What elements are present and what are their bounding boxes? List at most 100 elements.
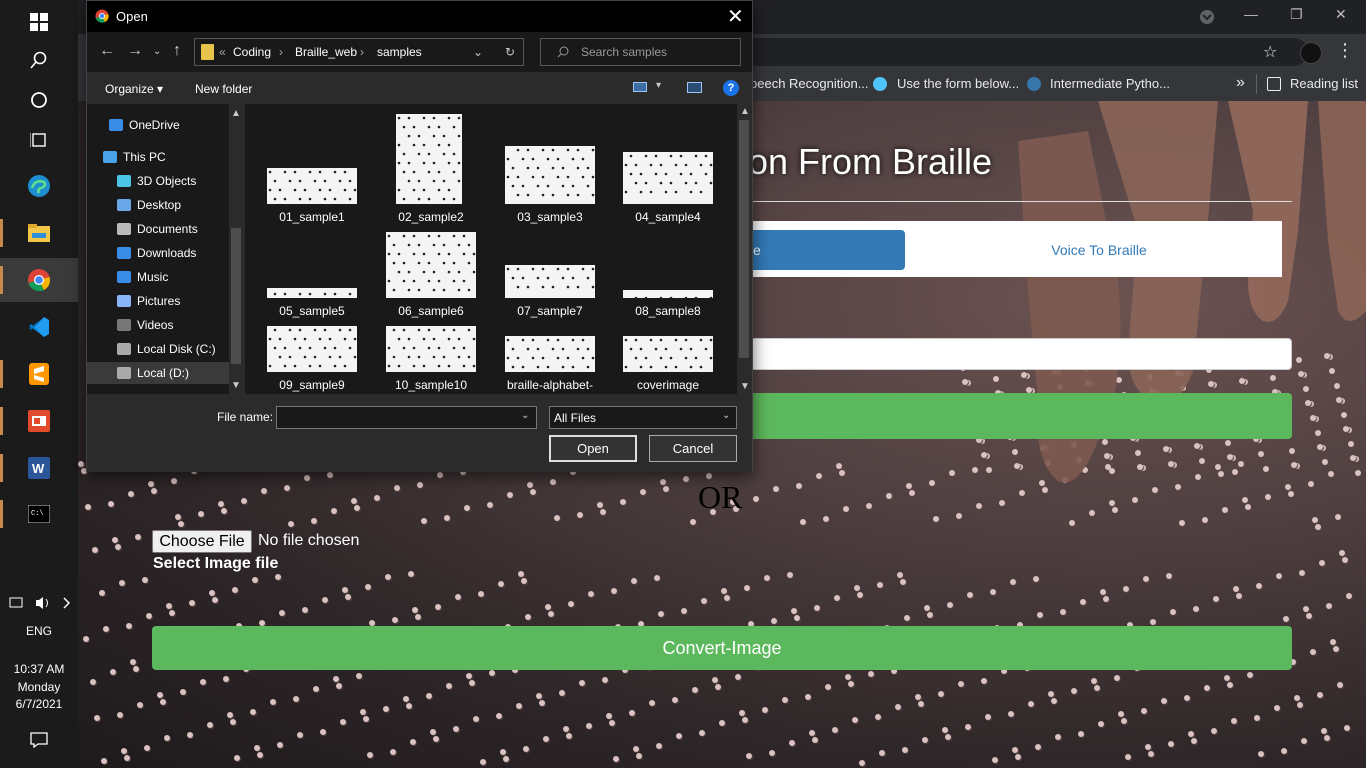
file-thumbnail[interactable] bbox=[623, 290, 713, 298]
terminal-icon[interactable]: C:\ bbox=[0, 492, 78, 536]
nav-item-desktop[interactable]: Desktop bbox=[87, 194, 229, 216]
nav-item-onedrive[interactable]: OneDrive bbox=[87, 114, 229, 136]
new-folder-button[interactable]: New folder bbox=[195, 82, 252, 96]
filter-dropdown-icon[interactable]: ⌄ bbox=[722, 410, 730, 421]
address-dropdown-icon[interactable]: ⌄ bbox=[473, 45, 483, 59]
preview-pane-icon[interactable] bbox=[687, 82, 702, 93]
dialog-close-icon[interactable]: ✕ bbox=[727, 4, 744, 29]
file-scroll-thumb[interactable] bbox=[739, 120, 749, 358]
search-input[interactable]: Search samples bbox=[540, 38, 741, 66]
view-options-icon[interactable] bbox=[633, 82, 647, 92]
menu-icon[interactable]: ⋮ bbox=[1336, 40, 1354, 61]
up-icon[interactable]: ↑ bbox=[173, 42, 181, 60]
notification-icon[interactable] bbox=[0, 718, 78, 762]
cancel-button[interactable]: Cancel bbox=[649, 435, 737, 462]
clock-date[interactable]: 6/7/2021 bbox=[0, 697, 78, 711]
scroll-up-icon[interactable]: ▲ bbox=[231, 108, 241, 119]
file-name-label[interactable]: 05_sample5 bbox=[257, 304, 367, 318]
organize-button[interactable]: Organize ▾ bbox=[105, 82, 163, 96]
file-thumbnail[interactable] bbox=[623, 152, 713, 204]
help-icon[interactable]: ? bbox=[723, 80, 739, 96]
clock-time[interactable]: 10:37 AM bbox=[0, 662, 78, 676]
scroll-up-icon[interactable]: ▲ bbox=[740, 106, 750, 117]
tab-search-icon[interactable] bbox=[1199, 9, 1215, 28]
view-dropdown-icon[interactable]: ▾ bbox=[656, 80, 661, 91]
file-name-label[interactable]: 10_sample10 bbox=[376, 378, 486, 392]
bookmark-item-python[interactable]: Intermediate Pytho... bbox=[1050, 76, 1170, 91]
reading-list-button[interactable]: Reading list bbox=[1290, 76, 1358, 91]
breadcrumb-braille-web[interactable]: Braille_web bbox=[295, 45, 357, 59]
file-name-label[interactable]: 08_sample8 bbox=[613, 304, 723, 318]
nav-item-pictures[interactable]: Pictures bbox=[87, 290, 229, 312]
nav-item-music[interactable]: Music bbox=[87, 266, 229, 288]
file-thumbnail[interactable] bbox=[386, 326, 476, 372]
breadcrumb-prefix[interactable]: « bbox=[219, 45, 226, 59]
breadcrumb-samples[interactable]: samples bbox=[377, 45, 422, 59]
file-thumbnail[interactable] bbox=[267, 168, 357, 204]
nav-item-downloads[interactable]: Downloads bbox=[87, 242, 229, 264]
sublime-text-icon[interactable] bbox=[0, 352, 78, 396]
forward-icon[interactable]: → bbox=[127, 42, 143, 60]
file-thumbnail[interactable] bbox=[396, 114, 462, 204]
file-thumbnail[interactable] bbox=[505, 146, 595, 204]
nav-item-3d-objects[interactable]: 3D Objects bbox=[87, 170, 229, 192]
vscode-icon[interactable] bbox=[0, 305, 78, 349]
tab-braille-to-voice[interactable]: ce bbox=[746, 230, 905, 270]
file-thumbnail[interactable] bbox=[623, 336, 713, 372]
language-indicator[interactable]: ENG bbox=[0, 624, 78, 638]
chrome-icon[interactable] bbox=[0, 258, 78, 302]
choose-file-button[interactable]: Choose File bbox=[152, 530, 252, 553]
profile-avatar[interactable] bbox=[1300, 42, 1322, 64]
file-name-label[interactable]: braille-alphabet- bbox=[495, 378, 605, 392]
file-thumbnail[interactable] bbox=[505, 265, 595, 298]
powerpoint-icon[interactable] bbox=[0, 399, 78, 443]
file-thumbnail[interactable] bbox=[267, 288, 357, 298]
nav-item-local-d[interactable]: Local (D:) bbox=[87, 362, 229, 384]
breadcrumb-coding[interactable]: Coding bbox=[233, 45, 271, 59]
refresh-icon[interactable]: ↻ bbox=[505, 45, 515, 59]
file-name-label[interactable]: 02_sample2 bbox=[376, 210, 486, 224]
search-icon[interactable] bbox=[0, 38, 78, 82]
nav-item-videos[interactable]: Videos bbox=[87, 314, 229, 336]
nav-item-local-disk-c[interactable]: Local Disk (C:) bbox=[87, 338, 229, 360]
file-name-label[interactable]: 07_sample7 bbox=[495, 304, 605, 318]
minimize-icon[interactable]: — bbox=[1244, 6, 1258, 22]
file-type-select[interactable]: All Files bbox=[549, 406, 737, 429]
scroll-down-icon[interactable]: ▼ bbox=[740, 381, 750, 392]
open-button[interactable]: Open bbox=[549, 435, 637, 462]
convert-image-button[interactable]: Convert-Image bbox=[152, 626, 1292, 670]
file-name-label[interactable]: 03_sample3 bbox=[495, 210, 605, 224]
file-thumbnail[interactable] bbox=[267, 326, 357, 372]
file-name-label[interactable]: 09_sample9 bbox=[257, 378, 367, 392]
nav-item-this-pc[interactable]: This PC bbox=[87, 146, 229, 168]
bookmarks-overflow[interactable]: » bbox=[1236, 74, 1245, 92]
nav-item-documents[interactable]: Documents bbox=[87, 218, 229, 240]
edge-icon[interactable] bbox=[0, 164, 78, 208]
task-view-icon[interactable] bbox=[0, 118, 78, 162]
bookmark-item-form[interactable]: Use the form below... bbox=[897, 76, 1019, 91]
file-name-dropdown-icon[interactable]: ⌄ bbox=[521, 410, 529, 421]
close-window-icon[interactable]: ✕ bbox=[1335, 6, 1347, 23]
file-name-label[interactable]: 06_sample6 bbox=[376, 304, 486, 318]
file-name-label[interactable]: coverimage bbox=[613, 378, 723, 392]
tab-voice-to-braille[interactable]: Voice To Braille bbox=[916, 230, 1282, 270]
file-thumbnail[interactable] bbox=[386, 232, 476, 298]
braille-text-input[interactable] bbox=[746, 338, 1292, 370]
file-name-label[interactable]: 04_sample4 bbox=[613, 210, 723, 224]
bookmark-star-icon[interactable]: ☆ bbox=[1263, 42, 1277, 62]
file-thumbnail[interactable] bbox=[505, 336, 595, 372]
breadcrumb[interactable]: « Coding › Braille_web › samples ⌄ ↻ bbox=[194, 38, 524, 66]
clock-day[interactable]: Monday bbox=[0, 680, 78, 694]
word-icon[interactable]: W bbox=[0, 446, 78, 490]
restore-icon[interactable]: ❐ bbox=[1290, 6, 1303, 23]
file-explorer-icon[interactable] bbox=[0, 211, 78, 255]
convert-text-button[interactable] bbox=[746, 393, 1292, 439]
bookmark-item-speech[interactable]: peech Recognition... bbox=[750, 76, 869, 91]
file-name-label[interactable]: 01_sample1 bbox=[257, 210, 367, 224]
back-icon[interactable]: ← bbox=[99, 42, 115, 60]
scroll-down-icon[interactable]: ▼ bbox=[231, 380, 241, 391]
nav-scroll-thumb[interactable] bbox=[231, 228, 241, 364]
file-name-input[interactable] bbox=[276, 406, 537, 429]
system-tray[interactable] bbox=[0, 582, 78, 624]
cortana-icon[interactable] bbox=[0, 78, 78, 122]
